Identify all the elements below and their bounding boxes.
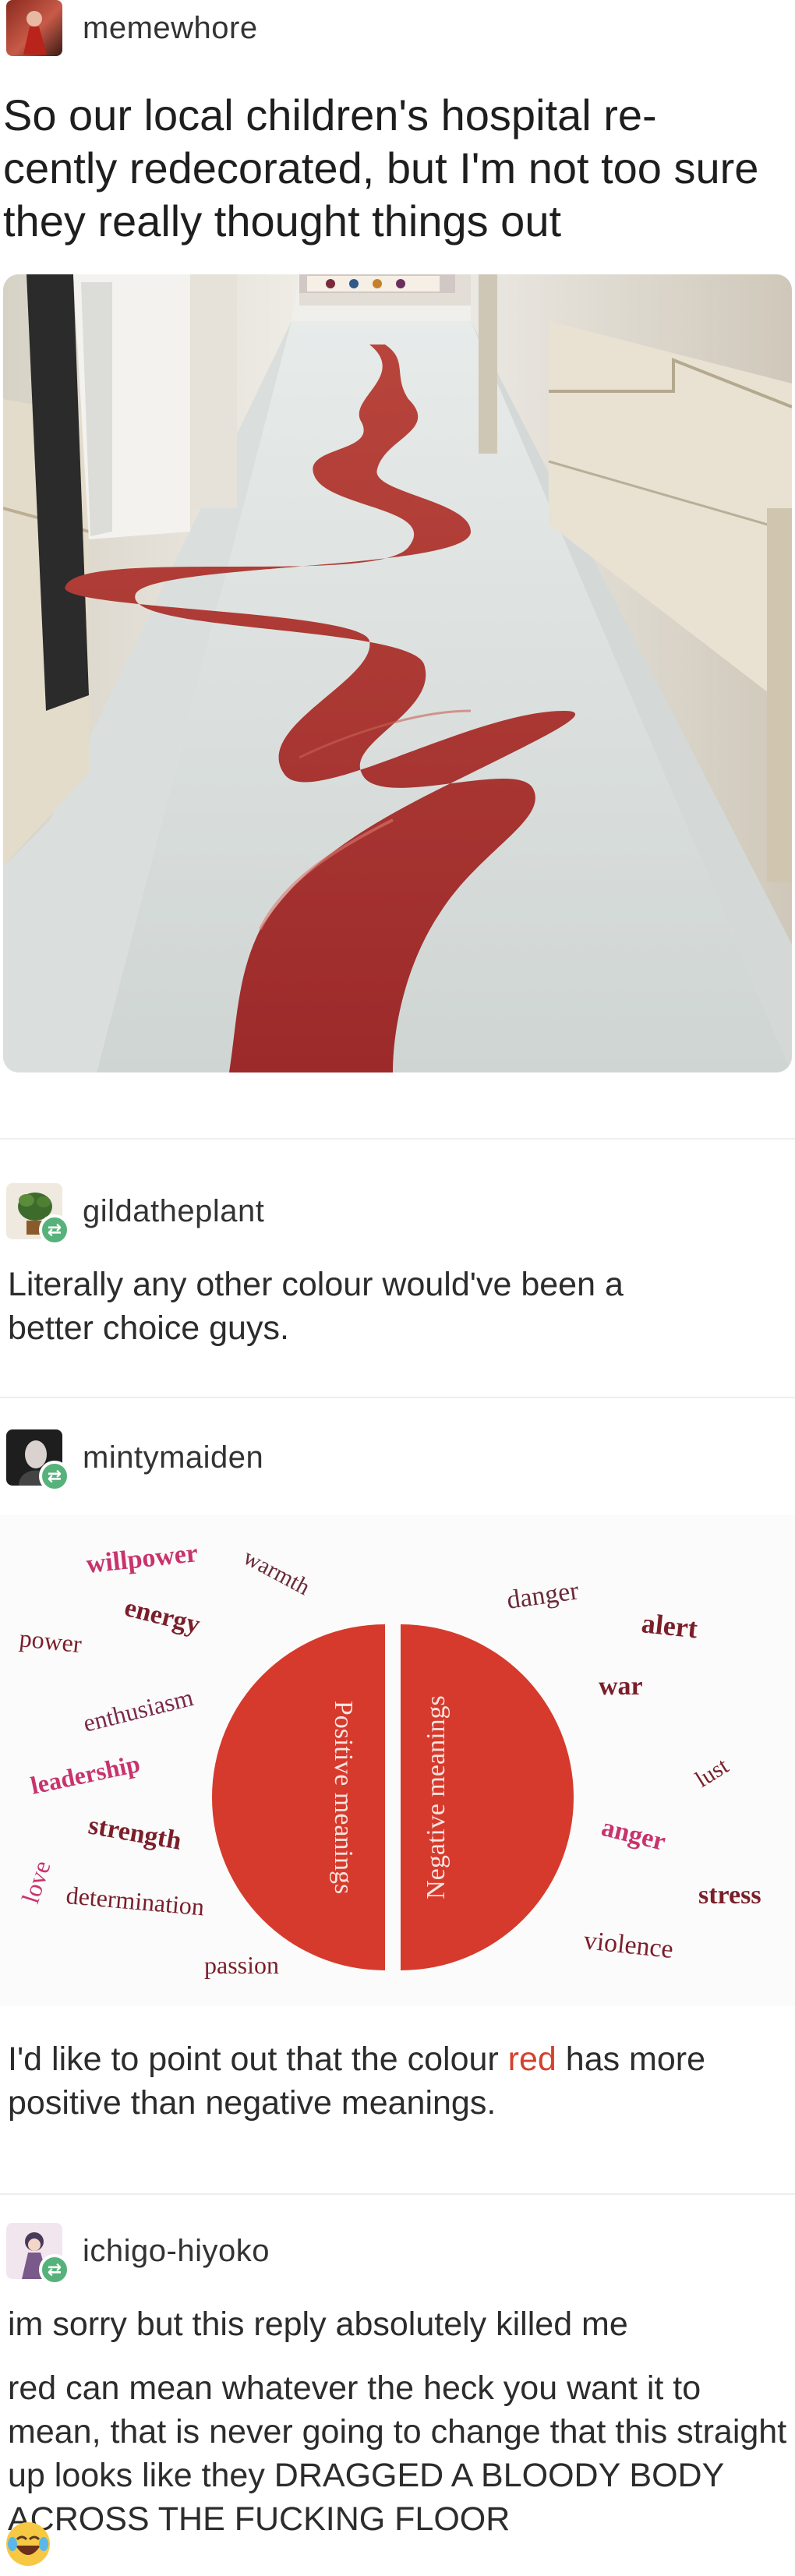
reply-header: ⇄ gildatheplant [0, 1183, 270, 1246]
positive-meanings-label: Positive meanings [329, 1701, 358, 1894]
reply-text-2: red can mean whatever the heck you want … [8, 2369, 787, 2538]
reply-text-before: I'd like to point out that the colour [8, 2041, 508, 2078]
reply-gildatheplant: ⇄ gildatheplant Literally any other colo… [0, 1140, 795, 1397]
word-alert: alert [640, 1607, 699, 1644]
reply-text: Literally any other colour would've been… [8, 1266, 624, 1347]
reply-ichigo-hiyoko: ⇄ ichigo-hiyoko im sorry but this reply … [0, 2195, 795, 2569]
post-username[interactable]: memewhore [83, 11, 258, 46]
avatar[interactable] [6, 0, 62, 56]
red-meanings-graphic: Positive meanings Negative meanings will… [0, 1515, 795, 2006]
avatar-figure-icon [23, 11, 47, 55]
reblog-icon: ⇄ [39, 1214, 70, 1246]
hallway-photo [3, 274, 792, 1072]
avatar[interactable]: ⇄ [6, 2223, 70, 2285]
reply-header: ⇄ ichigo-hiyoko [0, 2223, 276, 2285]
post-header: memewhore [0, 0, 795, 56]
negative-meanings-label: Negative meanings [422, 1695, 450, 1899]
reply-text-red: red [507, 2041, 556, 2078]
laughing-crying-emoji-icon [6, 2522, 50, 2566]
avatar[interactable]: ⇄ [6, 1429, 70, 1492]
reply-header: ⇄ mintymaiden [0, 1429, 270, 1492]
reply-username[interactable]: mintymaiden [83, 1440, 263, 1475]
word-passion: passion [204, 1951, 279, 1979]
word-war: war [599, 1672, 643, 1701]
post-text: So our local children's hospital re- cen… [3, 90, 759, 246]
reblog-icon: ⇄ [39, 2254, 70, 2285]
avatar[interactable]: ⇄ [6, 1183, 70, 1246]
reply-text-1: im sorry but this reply absolutely kille… [8, 2306, 628, 2343]
word-stress: stress [698, 1881, 761, 1910]
reply-username[interactable]: gildatheplant [83, 1194, 264, 1229]
reply-mintymaiden: ⇄ mintymaiden Positive meanings Negative… [0, 1398, 795, 2193]
reply-text: I'd like to point out that the colour re… [0, 2037, 795, 2125]
original-post: memewhore So our local children's hospit… [0, 0, 795, 1138]
reblog-icon: ⇄ [39, 1461, 70, 1492]
reply-username[interactable]: ichigo-hiyoko [83, 2234, 270, 2269]
